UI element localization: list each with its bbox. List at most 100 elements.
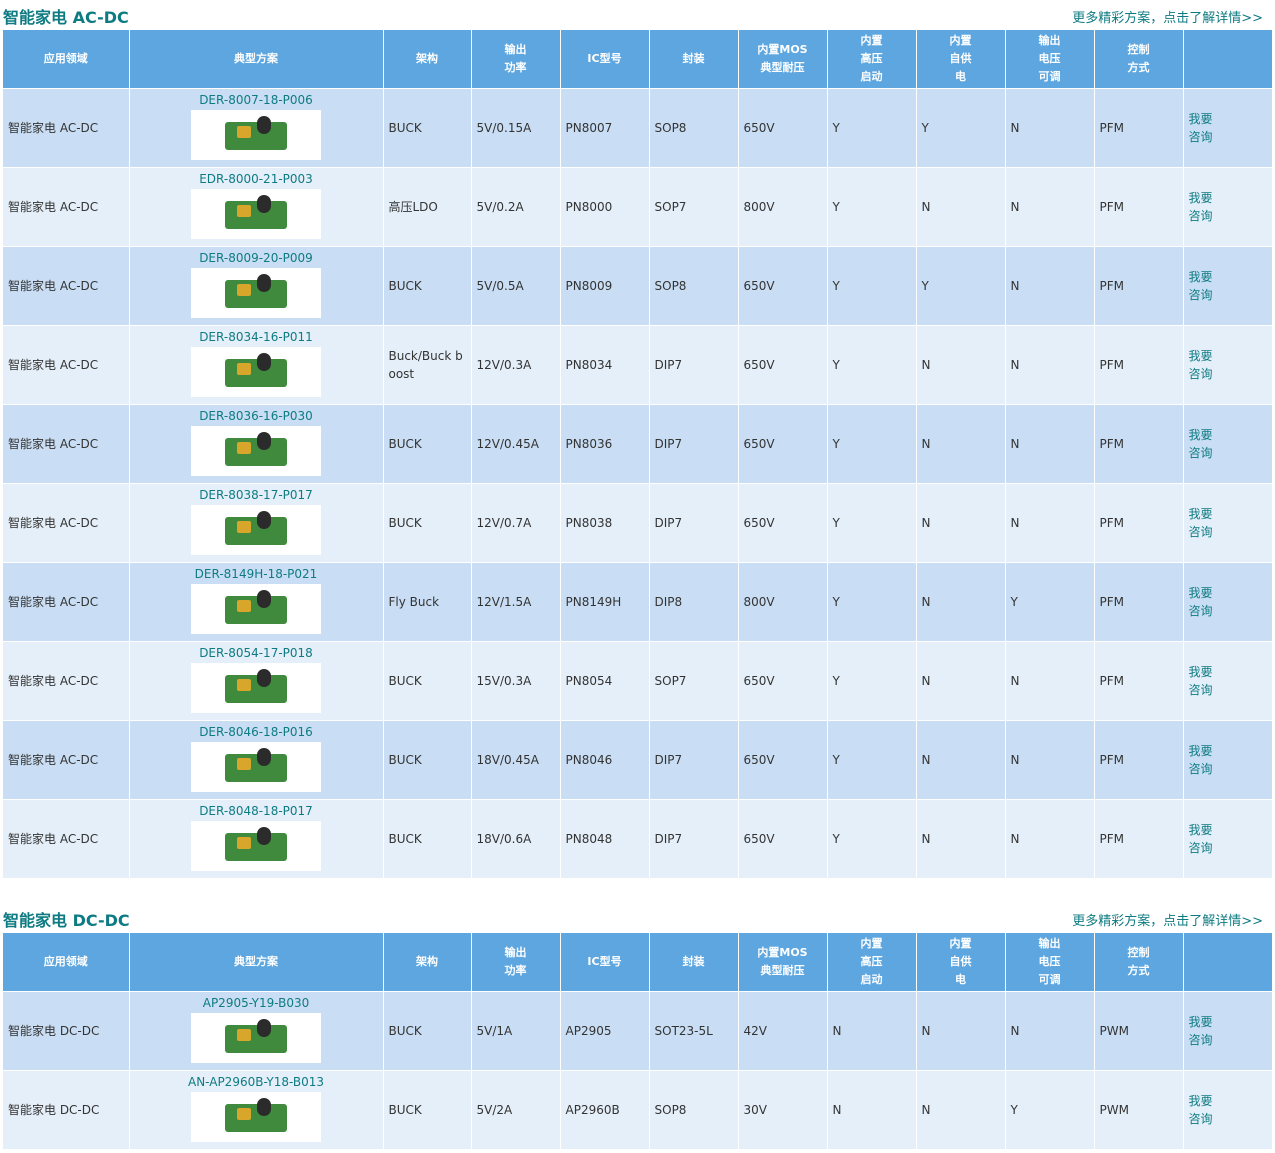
solutions-table: 应用领域 典型方案 架构 输出 功率 IC型号 封装 内置MOS 典型耐压 内置 高压 启动内… xyxy=(3,30,1273,879)
solution-link[interactable]: DER-8149H-18-P021 xyxy=(130,566,383,582)
ic-cell: PN8046 xyxy=(560,720,650,800)
inquiry-link[interactable]: 我要 咨询 xyxy=(1189,586,1213,618)
table-row: 智能家电 DC-DC AN-AP2960B-Y18-B013 BUCK 5V/2A AP… xyxy=(3,1070,1273,1150)
solution-link[interactable]: DER-8034-16-P011 xyxy=(130,329,383,345)
power-cell: 12V/0.7A xyxy=(471,483,561,563)
pcb-board-photo-icon[interactable] xyxy=(191,741,321,792)
column-header: 输出 功率 xyxy=(471,30,561,89)
self-supply-cell: N xyxy=(916,404,1006,484)
pcb-board-photo-icon[interactable] xyxy=(191,425,321,476)
solution-link[interactable]: AP2905-Y19-B030 xyxy=(130,995,383,1011)
inquiry-link[interactable]: 我要 咨询 xyxy=(1189,823,1213,855)
column-header: 典型方案 xyxy=(129,30,384,89)
domain-cell: 智能家电 AC-DC xyxy=(3,167,130,247)
control-cell: PFM xyxy=(1094,246,1184,326)
inquiry-link[interactable]: 我要 咨询 xyxy=(1189,744,1213,776)
domain-cell: 智能家电 DC-DC xyxy=(3,1070,130,1150)
column-header xyxy=(1183,30,1273,89)
inquiry-link[interactable]: 我要 咨询 xyxy=(1189,270,1213,302)
pcb-board-photo-icon[interactable] xyxy=(191,662,321,713)
mos-voltage-cell: 650V xyxy=(738,641,828,721)
power-cell: 5V/0.5A xyxy=(471,246,561,326)
column-header: 内置 自供 电 xyxy=(916,933,1006,992)
solution-link[interactable]: AN-AP2960B-Y18-B013 xyxy=(130,1074,383,1090)
pcb-board-photo-icon[interactable] xyxy=(191,504,321,555)
inquiry-link[interactable]: 我要 咨询 xyxy=(1189,428,1213,460)
mos-voltage-cell: 650V xyxy=(738,325,828,405)
inquiry-link[interactable]: 我要 咨询 xyxy=(1189,665,1213,697)
ic-cell: PN8034 xyxy=(560,325,650,405)
hv-start-cell: Y xyxy=(827,167,917,247)
more-solutions-link[interactable]: 更多精彩方案，点击了解详情>> xyxy=(1072,7,1263,26)
ask-cell: 我要 咨询 xyxy=(1183,404,1273,484)
inquiry-link[interactable]: 我要 咨询 xyxy=(1189,1094,1213,1126)
solution-link[interactable]: DER-8009-20-P009 xyxy=(130,250,383,266)
adjustable-cell: N xyxy=(1005,404,1095,484)
domain-cell: 智能家电 AC-DC xyxy=(3,88,130,168)
package-cell: SOP8 xyxy=(649,246,739,326)
hv-start-cell: Y xyxy=(827,641,917,721)
adjustable-cell: N xyxy=(1005,325,1095,405)
self-supply-cell: N xyxy=(916,641,1006,721)
inquiry-link[interactable]: 我要 咨询 xyxy=(1189,1015,1213,1047)
more-solutions-link[interactable]: 更多精彩方案，点击了解详情>> xyxy=(1072,910,1263,929)
power-cell: 5V/2A xyxy=(471,1070,561,1150)
arch-cell: BUCK xyxy=(383,720,472,800)
solution-link[interactable]: DER-8036-16-P030 xyxy=(130,408,383,424)
adjustable-cell: N xyxy=(1005,720,1095,800)
plan-cell: DER-8046-18-P016 xyxy=(129,720,384,800)
power-cell: 5V/0.2A xyxy=(471,167,561,247)
power-cell: 5V/0.15A xyxy=(471,88,561,168)
pcb-board-photo-icon[interactable] xyxy=(191,820,321,871)
solution-link[interactable]: DER-8038-17-P017 xyxy=(130,487,383,503)
pcb-board-photo-icon[interactable] xyxy=(191,188,321,239)
power-cell: 12V/0.45A xyxy=(471,404,561,484)
column-header: 应用领域 xyxy=(3,933,130,992)
section-title: 智能家电 DC-DC xyxy=(3,911,130,930)
pcb-board-photo-icon[interactable] xyxy=(191,1012,321,1063)
capacitor-shape xyxy=(257,668,271,687)
adjustable-cell: N xyxy=(1005,483,1095,563)
control-cell: PFM xyxy=(1094,325,1184,405)
column-header: 架构 xyxy=(383,30,472,89)
ic-cell: AP2905 xyxy=(560,991,650,1071)
control-cell: PFM xyxy=(1094,799,1184,879)
hv-start-cell: Y xyxy=(827,483,917,563)
capacitor-shape xyxy=(257,510,271,529)
column-header: 应用领域 xyxy=(3,30,130,89)
inquiry-link[interactable]: 我要 咨询 xyxy=(1189,112,1213,144)
solution-link[interactable]: DER-8054-17-P018 xyxy=(130,645,383,661)
solution-link[interactable]: DER-8048-18-P017 xyxy=(130,803,383,819)
inquiry-link[interactable]: 我要 咨询 xyxy=(1189,191,1213,223)
table-row: 智能家电 AC-DC DER-8149H-18-P021 Fly Buck 12V/1… xyxy=(3,562,1273,642)
inquiry-link[interactable]: 我要 咨询 xyxy=(1189,349,1213,381)
domain-cell: 智能家电 AC-DC xyxy=(3,404,130,484)
pcb-board-shape xyxy=(225,358,287,387)
ask-cell: 我要 咨询 xyxy=(1183,325,1273,405)
mos-voltage-cell: 800V xyxy=(738,562,828,642)
self-supply-cell: N xyxy=(916,325,1006,405)
coil-shape xyxy=(237,441,251,454)
capacitor-shape xyxy=(257,1018,271,1037)
pcb-board-photo-icon[interactable] xyxy=(191,346,321,397)
pcb-board-shape xyxy=(225,121,287,150)
ask-cell: 我要 咨询 xyxy=(1183,246,1273,326)
package-cell: DIP7 xyxy=(649,325,739,405)
solution-link[interactable]: DER-8046-18-P016 xyxy=(130,724,383,740)
pcb-board-photo-icon[interactable] xyxy=(191,109,321,160)
column-header: 内置 自供 电 xyxy=(916,30,1006,89)
solution-link[interactable]: EDR-8000-21-P003 xyxy=(130,171,383,187)
pcb-board-photo-icon[interactable] xyxy=(191,267,321,318)
self-supply-cell: N xyxy=(916,483,1006,563)
solution-link[interactable]: DER-8007-18-P006 xyxy=(130,92,383,108)
table-row: 智能家电 AC-DC DER-8038-17-P017 BUCK 12V/0.7A PN… xyxy=(3,483,1273,563)
package-cell: SOT23-5L xyxy=(649,991,739,1071)
control-cell: PFM xyxy=(1094,88,1184,168)
pcb-board-photo-icon[interactable] xyxy=(191,583,321,634)
pcb-board-photo-icon[interactable] xyxy=(191,1091,321,1142)
inquiry-link[interactable]: 我要 咨询 xyxy=(1189,507,1213,539)
ic-cell: PN8007 xyxy=(560,88,650,168)
ask-cell: 我要 咨询 xyxy=(1183,799,1273,879)
table-row: 智能家电 AC-DC DER-8046-18-P016 BUCK 18V/0.45A P… xyxy=(3,720,1273,800)
table-row: 智能家电 AC-DC DER-8036-16-P030 BUCK 12V/0.45A P… xyxy=(3,404,1273,484)
